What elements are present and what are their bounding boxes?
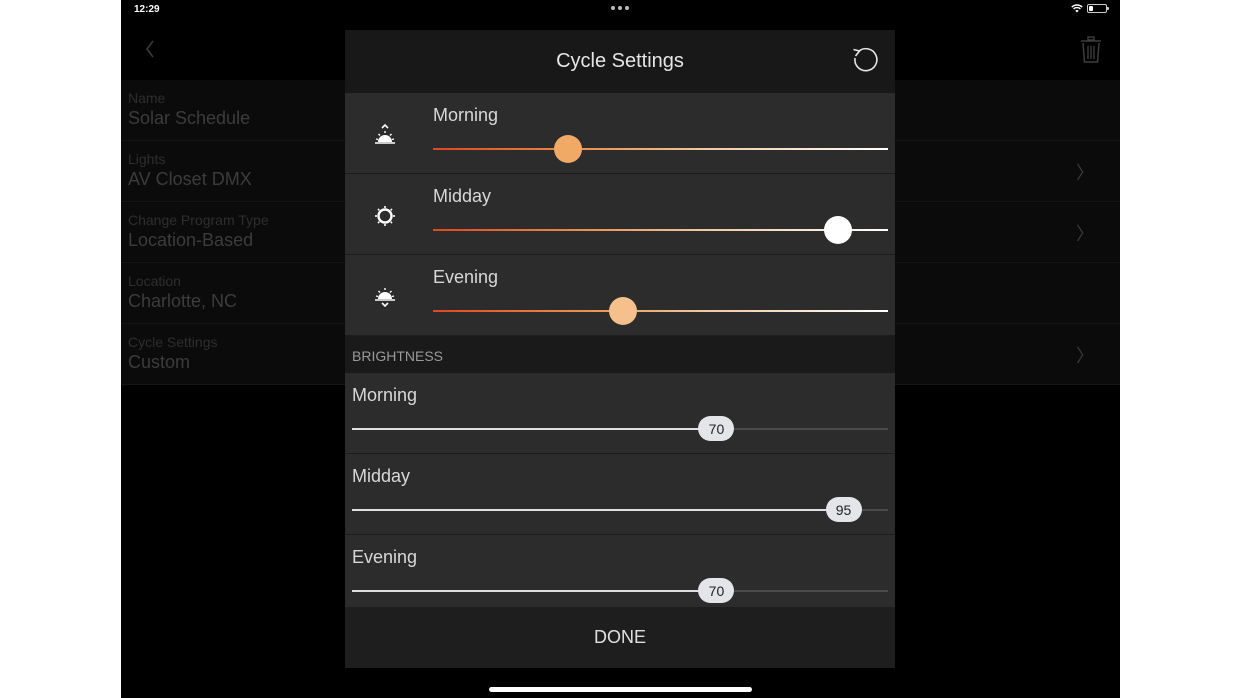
cycle-slider-thumb[interactable] bbox=[554, 135, 583, 163]
modal-title: Cycle Settings bbox=[556, 50, 684, 72]
reset-icon bbox=[853, 47, 878, 72]
cycle-slider-thumb[interactable] bbox=[609, 297, 638, 325]
brightness-row-midday: Midday 95 bbox=[345, 454, 895, 535]
brightness-slider-thumb[interactable]: 95 bbox=[825, 497, 862, 522]
cycle-slider-track[interactable] bbox=[433, 135, 888, 163]
cycle-label: Morning bbox=[433, 105, 499, 125]
cycle-slider-thumb[interactable] bbox=[823, 216, 852, 244]
brightness-label: Evening bbox=[352, 547, 418, 567]
device-screen: 12:29 Name Solar Schedule Lights AV Clos… bbox=[121, 0, 1120, 698]
delete-button[interactable] bbox=[1080, 36, 1102, 69]
brightness-slider-thumb[interactable]: 70 bbox=[698, 416, 735, 441]
battery-level bbox=[1089, 6, 1093, 11]
brightness-row-evening: Evening 70 bbox=[345, 535, 895, 616]
brightness-label: Morning bbox=[352, 385, 418, 405]
sunrise-icon bbox=[375, 123, 395, 144]
cycle-slider-track[interactable] bbox=[433, 297, 888, 325]
brightness-slider-fill bbox=[352, 590, 717, 592]
trash-icon bbox=[1081, 36, 1101, 63]
chevron-left-icon bbox=[146, 40, 154, 58]
sun-icon bbox=[375, 206, 395, 226]
chevron-right-icon: 〉 bbox=[1076, 224, 1094, 244]
cycle-label: Evening bbox=[433, 267, 499, 287]
multitasking-dots-icon[interactable] bbox=[611, 6, 631, 10]
status-indicators bbox=[1071, 4, 1109, 13]
brightness-slider-track[interactable]: 95 bbox=[352, 497, 888, 522]
cycle-label: Midday bbox=[433, 186, 492, 206]
back-button[interactable] bbox=[145, 38, 155, 64]
cycle-row-midday: Midday bbox=[345, 174, 895, 255]
brightness-slider-track[interactable]: 70 bbox=[352, 416, 888, 441]
cycle-row-morning: Morning bbox=[345, 93, 895, 174]
battery-icon bbox=[1087, 4, 1109, 13]
brightness-row-morning: Morning 70 bbox=[345, 373, 895, 454]
wifi-icon bbox=[1071, 4, 1083, 13]
modal-header: Cycle Settings bbox=[345, 30, 895, 93]
done-button[interactable]: DONE bbox=[345, 607, 895, 668]
status-time: 12:29 bbox=[134, 4, 160, 15]
brightness-slider-track[interactable]: 70 bbox=[352, 578, 888, 603]
brightness-slider-fill bbox=[352, 509, 844, 511]
brightness-section-header: BRIGHTNESS bbox=[345, 336, 895, 373]
brightness-slider-fill bbox=[352, 428, 717, 430]
brightness-label: Midday bbox=[352, 466, 411, 486]
home-indicator[interactable] bbox=[489, 687, 752, 692]
chevron-right-icon: 〉 bbox=[1076, 163, 1094, 183]
cycle-settings-modal: Cycle Settings Morning Midday Evening BR… bbox=[345, 30, 895, 668]
chevron-right-icon: 〉 bbox=[1076, 346, 1094, 366]
cycle-row-evening: Evening bbox=[345, 255, 895, 336]
sunset-icon bbox=[375, 288, 395, 308]
cycle-slider-track[interactable] bbox=[433, 216, 888, 244]
brightness-slider-thumb[interactable]: 70 bbox=[698, 578, 735, 603]
reset-button[interactable] bbox=[850, 45, 880, 75]
